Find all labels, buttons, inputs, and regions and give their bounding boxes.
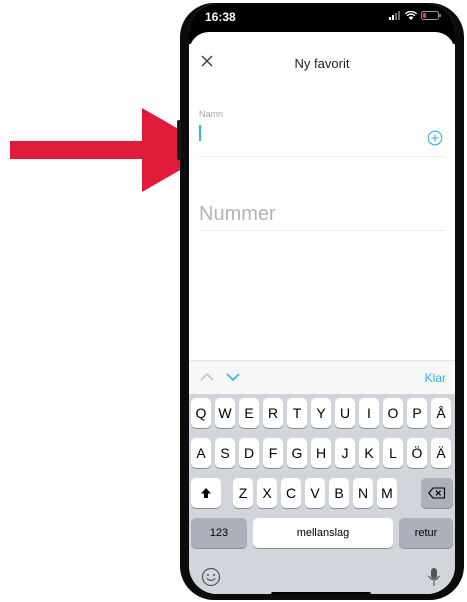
key-g[interactable]: G <box>287 438 307 468</box>
phone-screen: 16:38 Ny favorit Namn Nummer Klar Q W E … <box>189 4 455 594</box>
keyboard-row-2: A S D F G H J K L Ö Ä <box>189 438 455 468</box>
name-field-label: Namn <box>199 109 224 119</box>
key-t[interactable]: T <box>287 398 307 428</box>
page-title: Ny favorit <box>294 56 350 71</box>
text-caret <box>199 125 201 141</box>
done-button[interactable]: Klar <box>425 371 446 385</box>
battery-low-icon <box>421 11 441 20</box>
keyboard: Q W E R T Y U I O P Å A S D F G H J K L … <box>189 394 455 594</box>
close-button[interactable] <box>197 51 217 71</box>
key-h[interactable]: H <box>311 438 331 468</box>
previous-field-chevron-up-icon[interactable] <box>199 370 215 384</box>
key-k[interactable]: K <box>359 438 379 468</box>
keyboard-accessory-bar: Klar <box>189 360 455 394</box>
status-time: 16:38 <box>205 10 236 24</box>
key-n[interactable]: N <box>353 478 373 508</box>
key-p[interactable]: P <box>407 398 427 428</box>
name-divider <box>199 156 445 157</box>
key-a-ring[interactable]: Å <box>431 398 451 428</box>
key-l[interactable]: L <box>383 438 403 468</box>
key-x[interactable]: X <box>257 478 277 508</box>
numbers-key[interactable]: 123 <box>191 518 247 548</box>
backspace-key[interactable] <box>421 478 453 508</box>
phone-side-button <box>177 120 181 160</box>
close-icon <box>201 55 213 67</box>
key-z[interactable]: Z <box>233 478 253 508</box>
key-o[interactable]: O <box>383 398 403 428</box>
key-a-umlaut[interactable]: Ä <box>431 438 451 468</box>
keyboard-row-1: Q W E R T Y U I O P Å <box>189 398 455 428</box>
number-divider <box>199 230 445 231</box>
key-r[interactable]: R <box>263 398 283 428</box>
name-input[interactable] <box>199 124 409 144</box>
number-input[interactable] <box>199 199 439 229</box>
keyboard-row-4: 123 mellanslag retur <box>189 518 455 548</box>
key-q[interactable]: Q <box>191 398 211 428</box>
sheet-top <box>189 32 455 56</box>
key-y[interactable]: Y <box>311 398 331 428</box>
key-c[interactable]: C <box>281 478 301 508</box>
key-s[interactable]: S <box>215 438 235 468</box>
space-key[interactable]: mellanslag <box>253 518 393 548</box>
key-j[interactable]: J <box>335 438 355 468</box>
shift-key[interactable] <box>191 478 221 508</box>
key-b[interactable]: B <box>329 478 349 508</box>
return-key[interactable]: retur <box>399 518 453 548</box>
emoji-icon[interactable] <box>201 567 221 587</box>
add-contact-plus-icon[interactable] <box>427 130 443 146</box>
status-icons <box>389 11 441 20</box>
keyboard-row-3: Z X C V B N M <box>189 478 455 508</box>
key-o-umlaut[interactable]: Ö <box>407 438 427 468</box>
key-f[interactable]: F <box>263 438 283 468</box>
key-i[interactable]: I <box>359 398 379 428</box>
home-indicator <box>271 592 371 594</box>
status-bar: 16:38 <box>189 4 455 32</box>
key-w[interactable]: W <box>215 398 235 428</box>
next-field-chevron-down-icon[interactable] <box>225 370 241 384</box>
key-d[interactable]: D <box>239 438 259 468</box>
key-v[interactable]: V <box>305 478 325 508</box>
microphone-icon[interactable] <box>427 567 441 587</box>
signal-icon <box>389 11 400 20</box>
shift-arrow-icon <box>201 488 211 498</box>
key-u[interactable]: U <box>335 398 355 428</box>
key-e[interactable]: E <box>239 398 259 428</box>
key-m[interactable]: M <box>377 478 397 508</box>
notch <box>253 4 391 26</box>
backspace-icon <box>428 487 446 499</box>
wifi-icon <box>405 11 417 20</box>
key-a[interactable]: A <box>191 438 211 468</box>
